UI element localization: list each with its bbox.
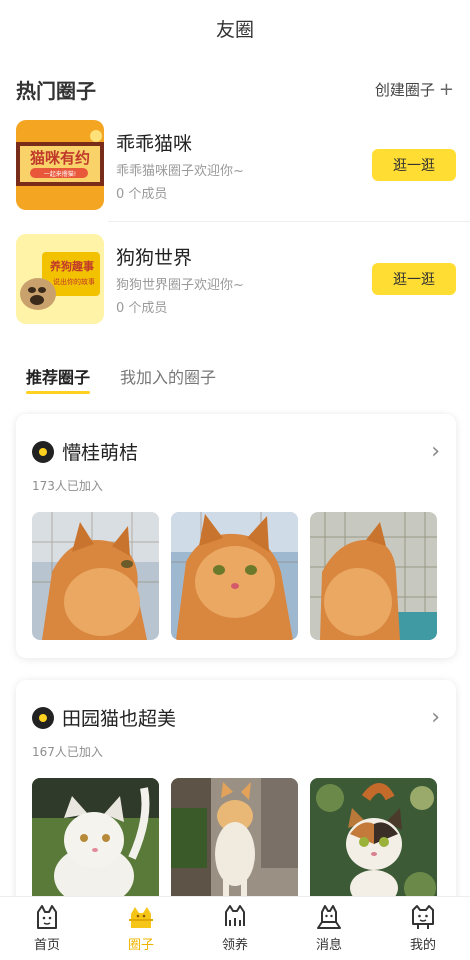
- circle-info: 狗狗世界 狗狗世界圈子欢迎你~ 0 个成员: [116, 243, 372, 316]
- cat-photo[interactable]: [32, 512, 159, 640]
- create-circle-label: 创建圈子: [374, 80, 435, 99]
- circle-desc: 狗狗世界圈子欢迎你~: [116, 277, 244, 293]
- tab-label: 圈子: [127, 938, 154, 953]
- tab-profile[interactable]: 我的: [376, 897, 470, 960]
- hot-circles-header: 热门圈子 创建圈子 +: [0, 56, 470, 108]
- tab-home[interactable]: 首页: [0, 897, 94, 960]
- cat-photo[interactable]: [32, 778, 159, 906]
- tab-label: 首页: [33, 938, 60, 953]
- circle-members: 0 个成员: [116, 300, 168, 316]
- circle-name: 狗狗世界: [116, 246, 193, 269]
- cat-photo[interactable]: [310, 512, 437, 640]
- thumb-title: 养狗趣事: [49, 259, 94, 273]
- bottom-tab-bar: 首页 圈子 领养 消息 我的: [0, 896, 470, 960]
- hot-circle-item[interactable]: 猫咪有约 一起来撸猫! 乖乖猫咪 乖乖猫咪圈子欢迎你~ 0 个成员 逛一逛: [0, 108, 470, 222]
- thumb-subtitle: 说出你的故事: [53, 277, 95, 286]
- circle-tabs: 推荐圈子 我加入的圈子: [0, 336, 470, 414]
- circle-thumbnail: 养狗趣事 说出你的故事: [16, 234, 104, 324]
- card-title-wrap: 田园猫也超美: [32, 704, 176, 731]
- chevron-right-icon[interactable]: ›: [431, 705, 440, 730]
- circle-card[interactable]: 田园猫也超美 › 167人已加入: [16, 680, 456, 924]
- circle-name: 乖乖猫咪: [116, 132, 193, 155]
- tab-label: 消息: [315, 938, 342, 953]
- hot-circle-item[interactable]: 养狗趣事 说出你的故事 狗狗世界 狗狗世界圈子欢迎你~ 0 个成员 逛一逛: [0, 222, 470, 336]
- tab-recommended[interactable]: 推荐圈子: [26, 364, 91, 394]
- card-title: 懵桂萌桔: [62, 442, 139, 464]
- tab-label: 领养: [221, 938, 248, 953]
- card-title: 田园猫也超美: [62, 708, 177, 730]
- tab-joined[interactable]: 我加入的圈子: [120, 364, 216, 390]
- circle-group-icon: [129, 907, 153, 928]
- card-title-wrap: 懵桂萌桔: [32, 438, 138, 465]
- browse-button[interactable]: 逛一逛: [372, 263, 456, 295]
- tab-messages[interactable]: 消息: [282, 897, 376, 960]
- browse-button[interactable]: 逛一逛: [372, 149, 456, 181]
- tab-label: 我的: [409, 938, 436, 953]
- profile-cat-icon: [412, 905, 434, 929]
- tab-adopt[interactable]: 领养: [188, 897, 282, 960]
- disc-icon: [32, 706, 54, 729]
- page-title: 友圈: [215, 18, 254, 41]
- circle-members: 0 个成员: [116, 186, 168, 202]
- cat-photo[interactable]: [171, 512, 298, 640]
- circle-thumbnail: 猫咪有约 一起来撸猫!: [16, 120, 104, 210]
- thumb-subtitle: 一起来撸猫!: [44, 170, 76, 178]
- top-bar: 友圈: [0, 0, 470, 56]
- plus-icon: +: [438, 78, 454, 100]
- hot-circles-heading: 热门圈子: [16, 78, 96, 103]
- card-photos: [32, 512, 440, 640]
- card-header: 懵桂萌桔 ›: [32, 438, 440, 465]
- chevron-right-icon[interactable]: ›: [431, 439, 440, 464]
- disc-icon: [32, 440, 54, 463]
- card-joined-count: 167人已加入: [32, 745, 103, 759]
- circle-card[interactable]: 懵桂萌桔 › 173人已加入: [16, 414, 456, 658]
- cat-photo[interactable]: [171, 778, 298, 906]
- card-header: 田园猫也超美 ›: [32, 704, 440, 731]
- circle-info: 乖乖猫咪 乖乖猫咪圈子欢迎你~ 0 个成员: [116, 129, 372, 202]
- thumb-title: 猫咪有约: [30, 149, 90, 167]
- message-cat-icon: [317, 905, 341, 929]
- cat-face-icon: [37, 905, 57, 929]
- cat-photo[interactable]: [310, 778, 437, 906]
- adopt-cat-icon: [225, 905, 245, 926]
- create-circle-button[interactable]: 创建圈子 +: [375, 79, 454, 100]
- circle-desc: 乖乖猫咪圈子欢迎你~: [116, 163, 244, 179]
- card-photos: [32, 778, 440, 906]
- tab-circles[interactable]: 圈子: [94, 897, 188, 960]
- card-joined-count: 173人已加入: [32, 479, 103, 493]
